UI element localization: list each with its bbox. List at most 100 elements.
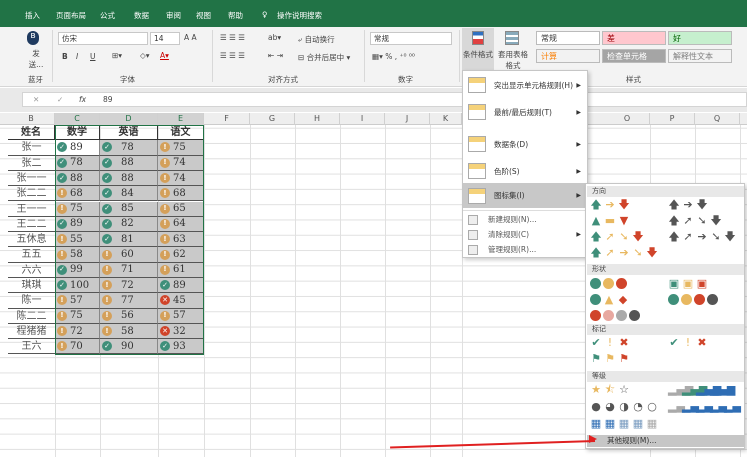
column-header-K[interactable]: K — [430, 113, 462, 125]
bluetooth-icon[interactable]: ʙ — [27, 31, 39, 45]
horizontal-align-icons[interactable]: ☰ ☰ ☰ — [220, 51, 245, 60]
menu-item-rule-1[interactable]: 清除规则(C) ▶ — [463, 227, 587, 242]
grow-font-icon[interactable]: A A — [184, 33, 197, 42]
icon-set-red-to-black[interactable] — [590, 310, 640, 321]
icon-set-4-arrows[interactable]: 🡅 ➚ ➘ 🡇 — [590, 231, 644, 243]
icon-set-4-ratings[interactable]: ▂▄▆ ▂▄▆ ▂▄▆ ▂▄▆ — [668, 384, 735, 396]
cancel-icon[interactable]: ✕ — [33, 95, 39, 104]
orientation-icon[interactable]: ab▾ — [268, 33, 281, 42]
column-header-E[interactable]: E — [158, 113, 204, 125]
icon-set-3-symbols-circled[interactable]: ✔! ✖ — [590, 337, 630, 349]
name-cell[interactable]: 五休息 — [8, 232, 55, 248]
tab-formulas[interactable]: 公式 — [100, 10, 115, 21]
cell-style-1[interactable]: 差 — [602, 31, 666, 45]
group-label-styles: 样式 — [626, 75, 641, 84]
fill-color-icon[interactable]: ◇▾ — [140, 51, 150, 60]
menu-item-rule-0[interactable]: 新建规则(N)... — [463, 212, 587, 227]
column-header-O[interactable]: O — [605, 113, 650, 125]
name-cell[interactable]: 王一一 — [8, 202, 55, 217]
indent-icons[interactable]: ⇤ ⇥ — [268, 51, 283, 60]
enter-icon[interactable]: ✓ — [57, 95, 63, 104]
name-cell[interactable]: 张一一 — [8, 171, 55, 187]
cell-style-0[interactable]: 常规 — [536, 31, 600, 45]
cell-style-4[interactable]: 检查单元格 — [602, 49, 666, 63]
icon-set-3-traffic-lights-rimmed[interactable]: ▣ ▣ ▣ — [668, 278, 708, 290]
accounting-icon[interactable]: ▦▾ % , ⁺⁰ ⁰⁰ — [372, 52, 415, 61]
vertical-align-icons[interactable]: ☰ ☰ ☰ — [220, 33, 245, 42]
column-header-I[interactable]: I — [340, 113, 385, 125]
icon-set-5-arrows[interactable]: 🡅 ➚ ➔ ➘ 🡇 — [590, 247, 658, 259]
name-cell[interactable]: 王二二 — [8, 217, 55, 233]
format-as-table-button[interactable]: 套用表格格式 — [498, 49, 528, 71]
menu-item-2[interactable]: 数据条(D) ▶ — [463, 129, 587, 159]
column-header-G[interactable]: G — [250, 113, 295, 125]
merge-center-button[interactable]: ⊟ 合并后居中 ▾ — [298, 52, 350, 63]
fx-icon[interactable]: fx — [79, 95, 86, 104]
conditional-formatting-button[interactable]: 条件格式 — [462, 28, 494, 70]
conditional-formatting-menu: 突出显示单元格规则(H) ▶ 最前/最后规则(T) ▶ 数据条(D) ▶ 色阶(S) ▶ 图标集… — [462, 70, 588, 258]
tab-insert[interactable]: 插入 — [25, 10, 40, 21]
icon-set-glyph: ⯪ — [604, 383, 616, 396]
tab-review[interactable]: 审阅 — [166, 10, 181, 21]
tab-data[interactable]: 数据 — [134, 10, 149, 21]
icon-set-4-traffic-lights[interactable] — [668, 294, 718, 305]
cell-style-5[interactable]: 解释性文本 — [668, 49, 732, 63]
bluetooth-send-button[interactable]: 发送... — [27, 48, 45, 70]
wrap-text-button[interactable]: ⤶ 自动换行 — [298, 34, 335, 45]
formula-input[interactable]: 89 — [103, 95, 113, 104]
name-cell[interactable]: 张一 — [8, 140, 55, 156]
tab-help[interactable]: 帮助 — [228, 10, 243, 21]
name-cell[interactable]: 程猪猪 — [8, 324, 55, 340]
number-format-select[interactable]: 常规 — [370, 32, 452, 45]
icon-set-4-arrows-gray[interactable]: 🡅 ➚ ➘ 🡇 — [668, 215, 722, 227]
cell-style-2[interactable]: 好 — [668, 31, 732, 45]
menu-item-4[interactable]: 图标集(I) ▶ — [463, 183, 587, 208]
font-size-select[interactable]: 14 — [150, 32, 180, 45]
formula-bar[interactable]: ✕ ✓ fx 89 — [22, 92, 747, 107]
font-name-select[interactable]: 仿宋 — [58, 32, 148, 45]
column-header-J[interactable]: J — [385, 113, 430, 125]
menu-item-0[interactable]: 突出显示单元格规则(H) ▶ — [463, 73, 587, 97]
name-cell[interactable]: 陈二二 — [8, 309, 55, 324]
menu-item-3[interactable]: 色阶(S) ▶ — [463, 159, 587, 183]
icon-set-5-ratings[interactable]: ▂▄ ▂▄ ▂▄ ▂▄ ▂▄ — [668, 401, 741, 413]
column-header-P[interactable]: P — [650, 113, 695, 125]
border-icon[interactable]: ⊞▾ — [112, 51, 122, 60]
icon-set-3-symbols[interactable]: ✔! ✖ — [668, 337, 708, 349]
name-cell[interactable]: 王六 — [8, 339, 55, 355]
name-cell[interactable]: 琪琪 — [8, 278, 55, 294]
column-header-F[interactable]: F — [204, 113, 250, 125]
name-cell[interactable]: 六六 — [8, 263, 55, 278]
icon-set-5-boxes[interactable]: ▦ ▦ ▦ ▦ ▦ — [590, 418, 658, 430]
underline-button[interactable]: U — [90, 52, 96, 61]
icon-set-5-arrows-gray[interactable]: 🡅 ➚ ➔ ➘ 🡇 — [668, 231, 736, 243]
icon-set-3-arrows[interactable]: 🡅 ➔ 🡇 — [590, 199, 630, 211]
tab-page-layout[interactable]: 页面布局 — [56, 10, 86, 21]
column-header-B[interactable]: B — [8, 113, 55, 125]
icon-set-5-quarters[interactable]: ● ◕ ◑ ◔ ○ — [590, 401, 658, 413]
name-cell[interactable]: 五五 — [8, 247, 55, 263]
icon-set-3-stars[interactable]: ★ ⯪ ☆ — [590, 384, 630, 396]
column-header-H[interactable]: H — [295, 113, 340, 125]
icon-set-3-triangles[interactable]: ▲ ▬ ▼ — [590, 215, 630, 227]
font-color-icon[interactable]: A▾ — [160, 51, 169, 60]
icon-set-3-traffic-lights[interactable] — [590, 278, 627, 289]
icon-set-3-signs[interactable]: ▲ ◆ — [590, 294, 629, 306]
tell-me-search[interactable]: 操作说明搜索 — [277, 10, 322, 21]
cell-style-3[interactable]: 计算 — [536, 49, 600, 63]
name-cell[interactable]: 陈一 — [8, 293, 55, 309]
menu-item-1[interactable]: 最前/最后规则(T) ▶ — [463, 97, 587, 127]
menu-item-rule-2[interactable]: 管理规则(R)... — [463, 242, 587, 257]
bold-button[interactable]: B — [62, 52, 68, 61]
italic-button[interactable]: I — [76, 52, 78, 61]
name-cell[interactable]: 张二 — [8, 156, 55, 171]
column-header-D[interactable]: D — [100, 113, 158, 125]
header-0[interactable]: 姓名 — [8, 125, 55, 141]
tab-view[interactable]: 视图 — [196, 10, 211, 21]
column-header-C[interactable]: C — [55, 113, 100, 125]
name-cell[interactable]: 张二二 — [8, 186, 55, 202]
more-rules-menu-item[interactable]: 其他规则(M)... — [587, 435, 744, 447]
column-header-Q[interactable]: Q — [695, 113, 740, 125]
icon-set-3-arrows-gray[interactable]: 🡅 ➔ 🡇 — [668, 199, 708, 211]
icon-set-3-flags[interactable]: ⚑ ⚑ ⚑ — [590, 353, 630, 365]
